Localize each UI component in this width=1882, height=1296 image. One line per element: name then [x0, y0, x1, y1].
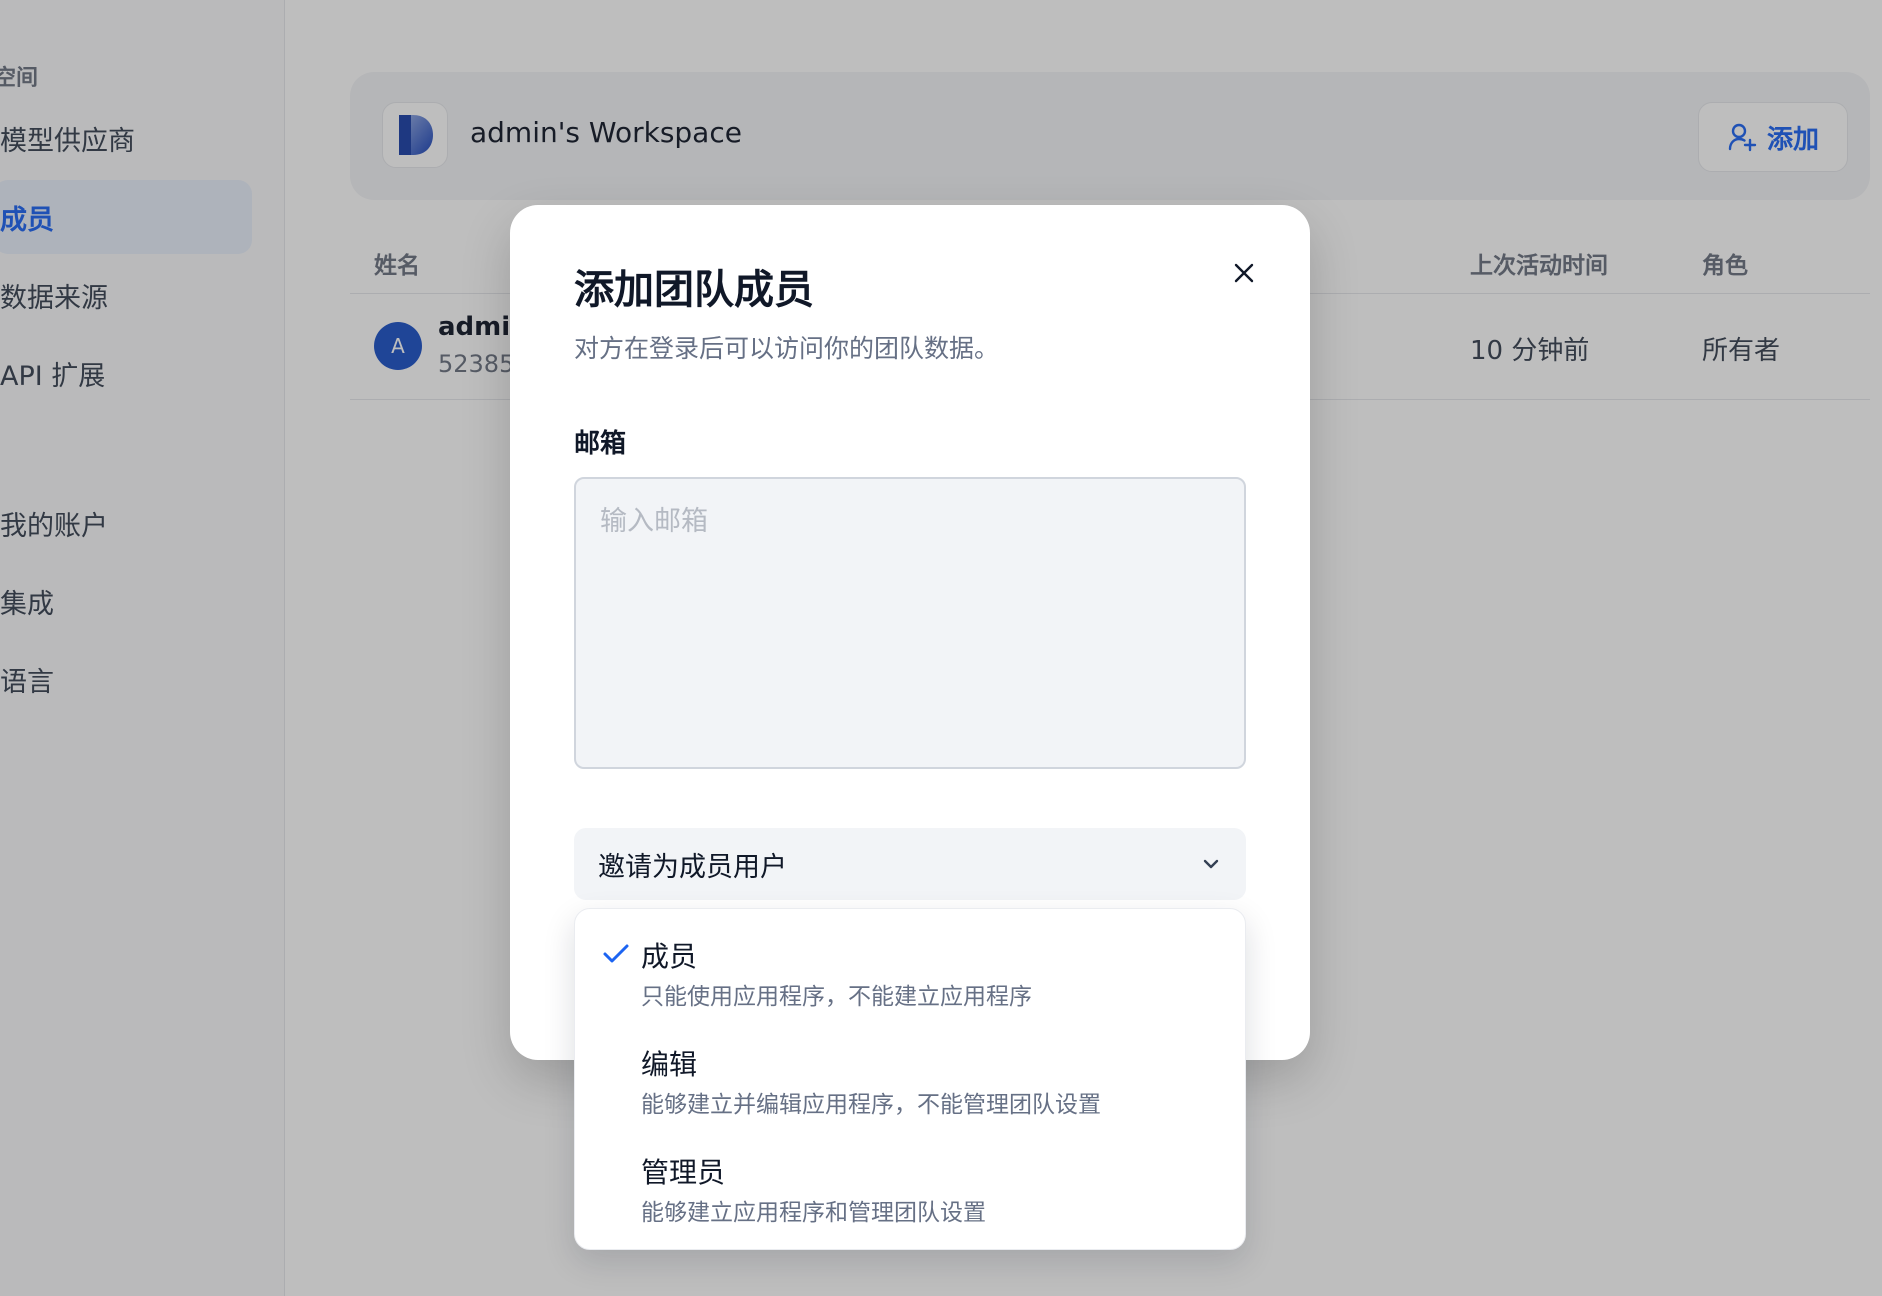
role-option-description: 只能使用应用程序，不能建立应用程序	[641, 984, 1032, 1010]
role-option-admin[interactable]: 管理员 能够建立应用程序和管理团队设置	[575, 1125, 1247, 1233]
app-window: 空间 模型供应商 成员 数据来源 API 扩展 我的账户 集成 语言 admin…	[0, 0, 1882, 1296]
check-icon	[601, 939, 631, 969]
role-select[interactable]: 邀请为成员用户	[574, 828, 1246, 900]
email-input[interactable]	[574, 477, 1246, 769]
role-option-description: 能够建立并编辑应用程序，不能管理团队设置	[641, 1092, 1101, 1118]
dialog-title: 添加团队成员	[574, 267, 814, 313]
close-icon	[1232, 261, 1256, 285]
role-option-title: 编辑	[641, 1048, 698, 1081]
role-option-title: 成员	[641, 940, 698, 973]
role-select-value: 邀请为成员用户	[598, 851, 787, 883]
role-option-title: 管理员	[641, 1156, 726, 1189]
dialog-subtitle: 对方在登录后可以访问你的团队数据。	[574, 334, 1000, 363]
role-option-description: 能够建立应用程序和管理团队设置	[641, 1200, 986, 1226]
role-dropdown: 成员 只能使用应用程序，不能建立应用程序 编辑 能够建立并编辑应用程序，不能管理…	[574, 908, 1246, 1250]
email-label: 邮箱	[574, 429, 627, 459]
chevron-down-icon	[1200, 853, 1222, 875]
close-button[interactable]	[1224, 253, 1264, 293]
role-option-member[interactable]: 成员 只能使用应用程序，不能建立应用程序	[575, 909, 1247, 1017]
role-option-editor[interactable]: 编辑 能够建立并编辑应用程序，不能管理团队设置	[575, 1017, 1247, 1125]
